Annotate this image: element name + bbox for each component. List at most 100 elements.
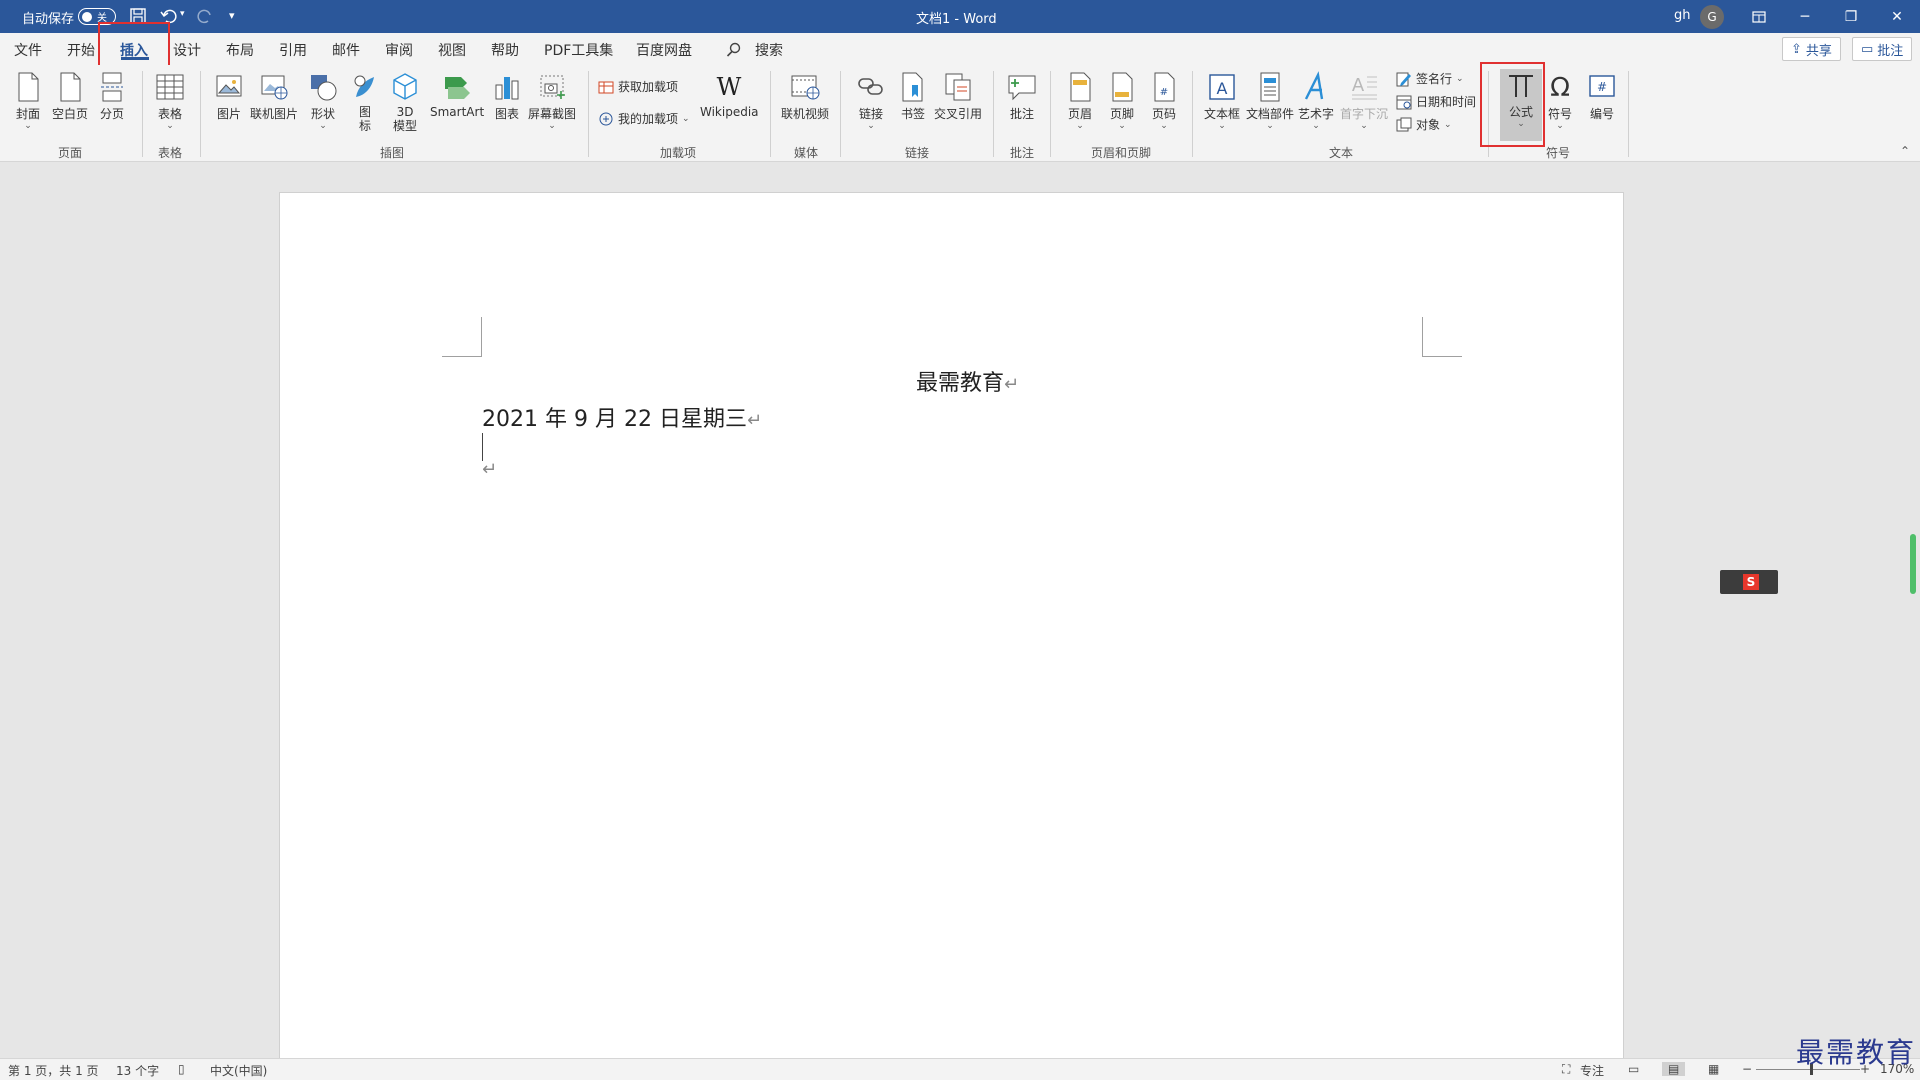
customize-toolbar-icon[interactable]: ▾ [229,9,235,22]
wikipedia-button[interactable]: W Wikipedia [700,71,759,119]
page-number-button[interactable]: # 页码 ⌄ [1150,71,1178,131]
print-layout-icon[interactable]: ▤ [1662,1062,1686,1076]
read-mode-icon[interactable]: ▭ [1628,1062,1639,1076]
comments-button[interactable]: ▭ 批注 [1852,37,1913,61]
icons-button[interactable]: 图标 [350,71,380,133]
separator [200,71,201,157]
symbol-button[interactable]: Ω 符号 ⌄ [1545,71,1575,131]
ime-toolbar[interactable]: S [1720,570,1778,594]
signature-line-button[interactable]: 签名行 ⌄ [1396,70,1464,87]
toggle-knob [82,11,92,22]
quick-parts-button[interactable]: 文档部件 ⌄ [1246,71,1294,131]
date-time-button[interactable]: 日期和时间 [1396,93,1476,110]
tab-pdf-tools[interactable]: PDF工具集 [544,40,613,60]
online-video-icon [791,75,820,100]
footer-label: 页脚 [1109,107,1134,121]
tab-home[interactable]: 开始 [67,40,95,60]
3d-model-button[interactable]: 3D模型 [390,71,420,133]
shapes-label: 形状 [310,107,335,121]
web-layout-icon[interactable]: ▦ [1708,1062,1719,1076]
tab-layout[interactable]: 布局 [226,40,254,60]
close-icon[interactable]: ✕ [1874,0,1920,33]
tab-help[interactable]: 帮助 [491,40,519,60]
object-icon [1396,117,1412,131]
collapse-ribbon-icon[interactable]: ⌃ [1900,144,1910,158]
signature-line-label: 签名行 [1416,72,1453,86]
chevron-down-icon: ⌄ [1444,119,1452,130]
wordart-button[interactable]: 艺术字 ⌄ [1298,71,1334,131]
comment-icon [1008,75,1036,101]
bookmark-button[interactable]: 书签 [898,71,928,122]
paragraph-mark: ↵ [1003,374,1020,395]
page-count[interactable]: 第 1 页，共 1 页 [8,1062,99,1079]
tab-design[interactable]: 设计 [173,40,201,60]
link-label: 链接 [858,107,883,121]
share-button[interactable]: ⇪ 共享 [1782,37,1841,61]
online-picture-button[interactable]: 联机图片 [250,71,298,122]
blank-page-button[interactable]: 空白页 [52,71,88,122]
word-count[interactable]: 13 个字 [116,1062,159,1079]
tab-references[interactable]: 引用 [279,40,307,60]
undo-dropdown-icon[interactable]: ▾ [180,9,185,19]
focus-mode[interactable]: 专注 [1580,1062,1604,1079]
drop-cap-icon: A [1352,75,1377,100]
table-icon [156,74,184,100]
header-button[interactable]: 页眉 ⌄ [1066,71,1094,131]
numbering-button[interactable]: # 编号 [1587,71,1617,122]
restore-icon[interactable]: ❐ [1828,0,1874,33]
drop-cap-button[interactable]: A 首字下沉 ⌄ [1340,71,1388,131]
quick-parts-label: 文档部件 [1246,107,1295,121]
focus-icon[interactable]: ⛶ [1562,1062,1570,1077]
tab-mailings[interactable]: 邮件 [332,40,360,60]
my-addins-label: 我的加载项 [618,112,679,126]
link-button[interactable]: 链接 ⌄ [856,71,886,131]
online-video-button[interactable]: 联机视频 [781,71,829,122]
separator [770,71,771,157]
ribbon-display-icon[interactable] [1736,0,1782,33]
symbol-label: 符号 [1547,107,1572,121]
screenshot-button[interactable]: 屏幕截图 ⌄ [528,71,576,131]
tab-review[interactable]: 审阅 [385,40,413,60]
search-box[interactable]: 搜索 [755,40,783,60]
group-illustrations-label: 插图 [380,146,405,160]
page-break-button[interactable]: 分页 [98,71,126,122]
wikipedia-icon: W [717,73,742,101]
proofing-icon[interactable]: ▯ [178,1062,185,1076]
cover-page-button[interactable]: 封面 ⌄ [14,71,42,131]
text-box-button[interactable]: A 文本框 ⌄ [1204,71,1240,131]
search-icon[interactable] [726,42,742,58]
cross-reference-button[interactable]: 交叉引用 [934,71,982,122]
my-addins-button[interactable]: 我的加载项 ⌄ [598,110,690,127]
scrollbar[interactable] [1910,534,1916,594]
table-label: 表格 [157,107,182,121]
table-button[interactable]: 表格 ⌄ [155,71,185,131]
tab-view[interactable]: 视图 [438,40,466,60]
footer-button[interactable]: 页脚 ⌄ [1108,71,1136,131]
smartart-button[interactable]: SmartArt [430,71,484,119]
tab-baidu-netdisk[interactable]: 百度网盘 [636,40,692,60]
cover-page-label: 封面 [15,107,40,121]
new-comment-button[interactable]: 批注 [1006,71,1038,122]
chevron-down-icon: ⌄ [1456,73,1464,84]
zoom-out-icon[interactable]: − [1742,1062,1752,1076]
date-line[interactable]: 2021 年 9 月 22 日星期三↵ [482,401,762,433]
shapes-button[interactable]: 形状 ⌄ [308,71,338,131]
language[interactable]: 中文(中国) [210,1062,267,1079]
tab-file[interactable]: 文件 [14,40,42,60]
watermark: 最需教育 [1796,1036,1917,1069]
group-pages-label: 页面 [58,146,83,160]
redo-icon[interactable] [196,7,214,25]
blank-page-icon [60,72,81,102]
document-page[interactable]: 最需教育↵ 2021 年 9 月 22 日星期三↵ ↵ [279,192,1624,1072]
picture-button[interactable]: 图片 [214,71,244,122]
chart-button[interactable]: 图表 [492,71,522,122]
drop-cap-label: 首字下沉 [1340,107,1389,121]
avatar[interactable]: G [1700,5,1724,29]
document-heading[interactable]: 最需教育↵ [280,365,1623,397]
get-addins-button[interactable]: 获取加载项 [598,78,678,95]
minimize-icon[interactable]: ─ [1782,0,1828,33]
object-button[interactable]: 对象 ⌄ [1396,116,1452,133]
shapes-icon [311,75,337,101]
document-area: 最需教育↵ 2021 年 9 月 22 日星期三↵ ↵ S [0,162,1920,1072]
chart-label: 图表 [494,107,519,121]
